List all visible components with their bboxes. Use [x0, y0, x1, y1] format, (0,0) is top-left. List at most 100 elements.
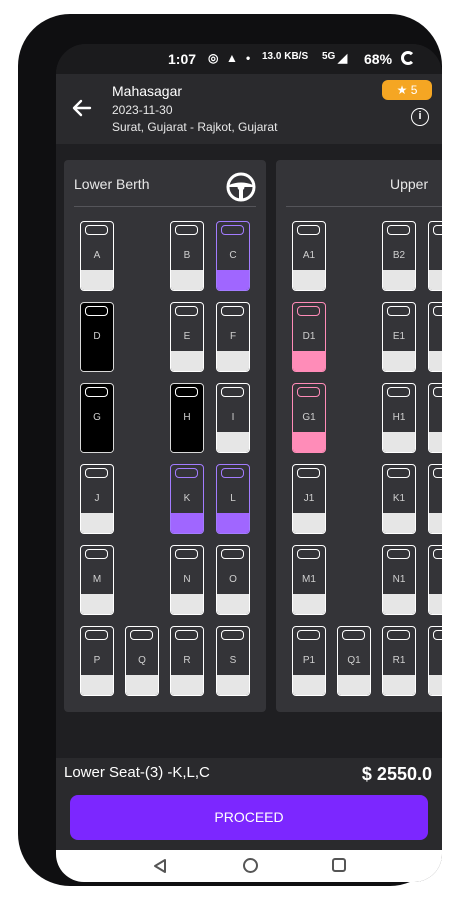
- lower-seat-b[interactable]: B: [170, 221, 204, 291]
- nav-home-icon[interactable]: [243, 858, 258, 873]
- upper-seat-n1[interactable]: N1: [382, 545, 416, 615]
- trip-route: Surat, Gujarat - Rajkot, Gujarat: [112, 120, 278, 134]
- seat-status-bar: [383, 432, 415, 452]
- seat-pillow-icon: [433, 306, 442, 316]
- upper-seat-h1[interactable]: H1: [382, 383, 416, 453]
- seat-label: N: [183, 574, 191, 585]
- seat-pillow-icon: [433, 549, 442, 559]
- seat-pillow-icon: [175, 630, 198, 640]
- upper-seat-m1[interactable]: M1: [292, 545, 326, 615]
- status-time: 1:07: [168, 51, 197, 67]
- seat-status-bar: [293, 675, 325, 695]
- seat-status-bar: [217, 351, 249, 371]
- lower-seat-g[interactable]: G: [80, 383, 114, 453]
- upper-seat-partial[interactable]: [428, 626, 442, 696]
- seat-label: A: [93, 250, 101, 261]
- lower-seat-k[interactable]: K: [170, 464, 204, 534]
- seat-label: E: [183, 331, 191, 342]
- lower-seat-r[interactable]: R: [170, 626, 204, 696]
- seat-label: F: [229, 331, 237, 342]
- signal-label: 5G: [322, 51, 336, 62]
- seat-pillow-icon: [175, 387, 198, 397]
- upper-seat-partial[interactable]: [428, 221, 442, 291]
- lower-seat-m[interactable]: M: [80, 545, 114, 615]
- lower-seat-f[interactable]: F: [216, 302, 250, 372]
- upper-seat-partial[interactable]: [428, 545, 442, 615]
- seat-status-bar: [429, 675, 442, 695]
- upper-seat-b2[interactable]: B2: [382, 221, 416, 291]
- lower-seat-l[interactable]: L: [216, 464, 250, 534]
- seat-pillow-icon: [342, 630, 365, 640]
- seat-status-bar: [171, 270, 203, 290]
- lower-seat-s[interactable]: S: [216, 626, 250, 696]
- seat-status-bar: [81, 270, 113, 290]
- seat-status-bar: [217, 675, 249, 695]
- seat-status-bar: [293, 351, 325, 371]
- lower-seat-o[interactable]: O: [216, 545, 250, 615]
- seat-status-bar: [293, 513, 325, 533]
- upper-seat-a1[interactable]: A1: [292, 221, 326, 291]
- app-screen: 1:07 ◎ ▲ • 13.0 KB/S 5G ◢ 68% Mahasagar …: [56, 44, 442, 882]
- upper-seat-q1[interactable]: Q1: [337, 626, 371, 696]
- seat-pillow-icon: [85, 225, 108, 235]
- dot-icon: •: [246, 51, 251, 65]
- seat-status-bar: [81, 432, 113, 452]
- upper-seat-k1[interactable]: K1: [382, 464, 416, 534]
- seat-status-bar: [217, 270, 249, 290]
- seat-pillow-icon: [221, 387, 244, 397]
- lower-seat-n[interactable]: N: [170, 545, 204, 615]
- proceed-button[interactable]: PROCEED: [70, 795, 428, 840]
- battery-percent: 68%: [364, 51, 393, 67]
- lower-seat-j[interactable]: J: [80, 464, 114, 534]
- upper-seat-partial[interactable]: [428, 302, 442, 372]
- drive-icon: ▲: [226, 51, 238, 65]
- seat-label: B2: [392, 250, 406, 261]
- seat-status-bar: [429, 270, 442, 290]
- seat-status-bar: [217, 594, 249, 614]
- nav-recents-icon[interactable]: [332, 858, 346, 872]
- seat-pillow-icon: [85, 468, 108, 478]
- lower-seat-d[interactable]: D: [80, 302, 114, 372]
- seat-status-bar: [383, 270, 415, 290]
- seat-pillow-icon: [221, 306, 244, 316]
- seat-label: R: [183, 655, 191, 666]
- seat-label: Q1: [347, 655, 361, 666]
- upper-seat-partial[interactable]: [428, 464, 442, 534]
- seat-label: D: [93, 331, 101, 342]
- lower-seat-c[interactable]: C: [216, 221, 250, 291]
- selected-seats-text: Lower Seat-(3) -K,L,C: [64, 764, 210, 781]
- seat-label: A1: [302, 250, 316, 261]
- nav-back-icon[interactable]: [152, 858, 168, 874]
- upper-seat-d1[interactable]: D1: [292, 302, 326, 372]
- upper-seat-e1[interactable]: E1: [382, 302, 416, 372]
- upper-seat-g1[interactable]: G1: [292, 383, 326, 453]
- upper-seat-r1[interactable]: R1: [382, 626, 416, 696]
- seat-status-bar: [293, 270, 325, 290]
- upper-seat-j1[interactable]: J1: [292, 464, 326, 534]
- seat-label: M: [92, 574, 102, 585]
- lower-seat-e[interactable]: E: [170, 302, 204, 372]
- seat-pillow-icon: [387, 306, 410, 316]
- back-arrow-icon[interactable]: [70, 96, 94, 120]
- lower-deck-divider: [74, 206, 256, 207]
- seat-pillow-icon: [433, 225, 442, 235]
- seat-status-bar: [429, 594, 442, 614]
- seat-status-bar: [171, 351, 203, 371]
- lower-seat-q[interactable]: Q: [125, 626, 159, 696]
- seat-label: I: [231, 412, 235, 423]
- upper-seat-partial[interactable]: [428, 383, 442, 453]
- lower-seat-a[interactable]: A: [80, 221, 114, 291]
- seat-label: R1: [392, 655, 406, 666]
- seat-pillow-icon: [175, 306, 198, 316]
- seat-label: M1: [302, 574, 316, 585]
- info-icon[interactable]: i: [411, 108, 429, 126]
- lower-seat-i[interactable]: I: [216, 383, 250, 453]
- seat-status-bar: [383, 513, 415, 533]
- lower-seat-h[interactable]: H: [170, 383, 204, 453]
- status-bar: 1:07 ◎ ▲ • 13.0 KB/S 5G ◢ 68%: [56, 44, 442, 74]
- lower-seat-p[interactable]: P: [80, 626, 114, 696]
- seat-pillow-icon: [85, 549, 108, 559]
- upper-seat-p1[interactable]: P1: [292, 626, 326, 696]
- seat-status-bar: [126, 675, 158, 695]
- seat-status-bar: [81, 594, 113, 614]
